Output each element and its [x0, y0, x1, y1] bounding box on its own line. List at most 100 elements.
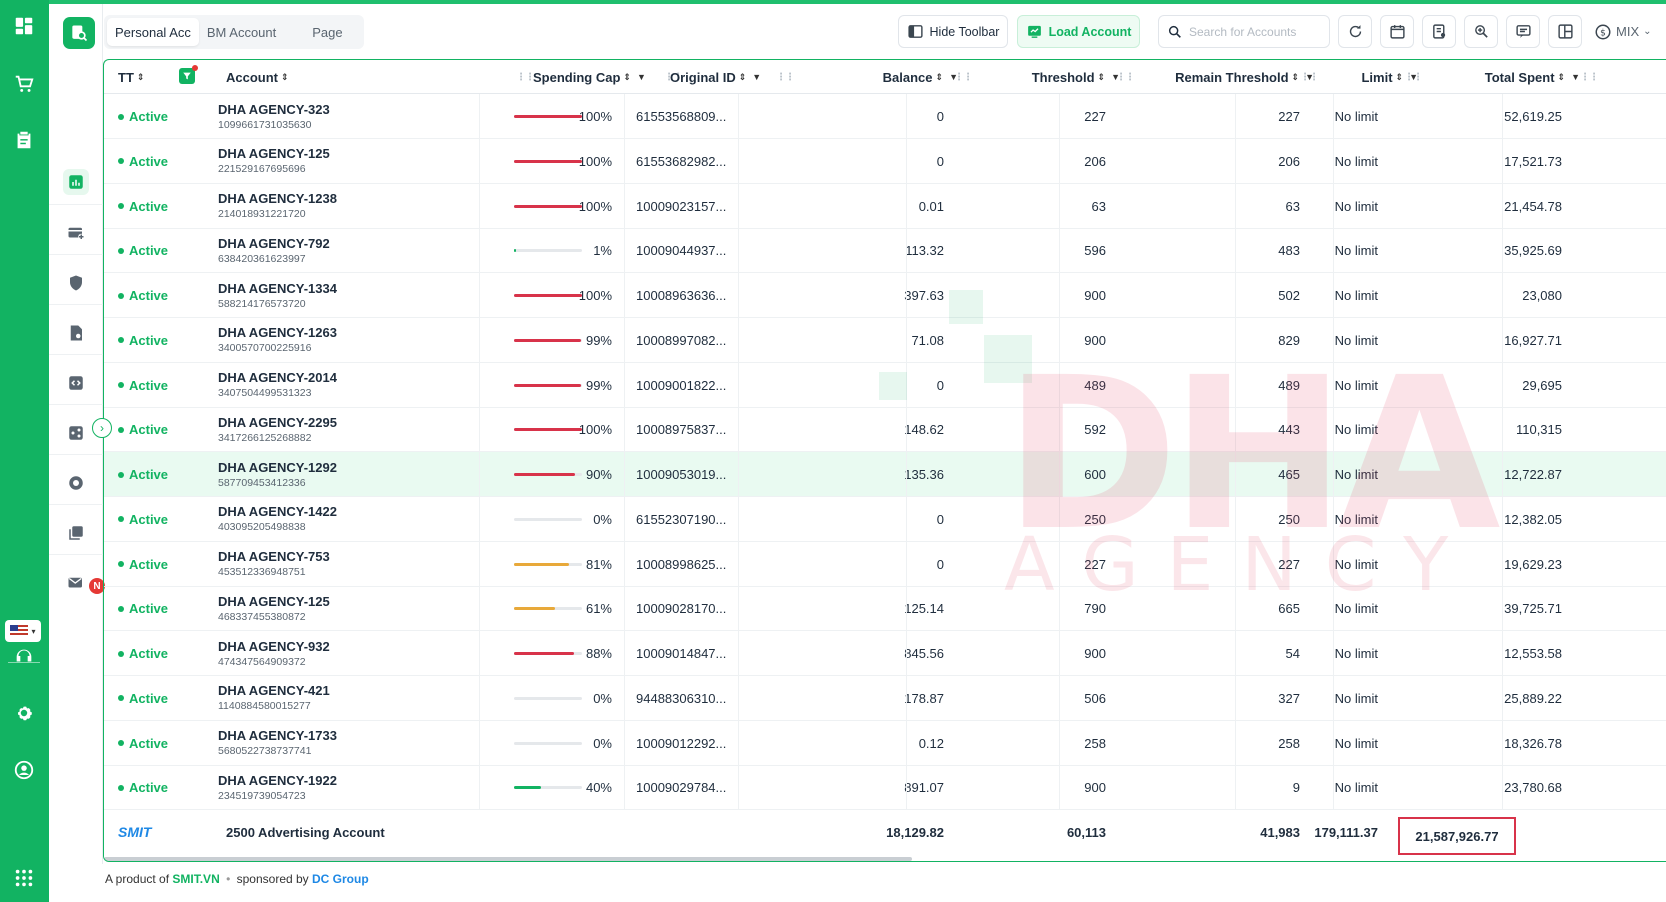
- account-cell[interactable]: DHA AGENCY-1292 587709453412336: [218, 452, 337, 497]
- table-row[interactable]: Active DHA AGENCY-1292 587709453412336 90% 1…: [104, 452, 1666, 497]
- table-row[interactable]: Active DHA AGENCY-1733 5680522738737741 0% 1…: [104, 720, 1666, 766]
- account-cell[interactable]: DHA AGENCY-2014 3407504499531323: [218, 363, 337, 408]
- account-cell[interactable]: DHA AGENCY-753 453512336948751: [218, 542, 330, 587]
- currency-selector[interactable]: $ MIX ⌄: [1594, 15, 1666, 48]
- table-row[interactable]: Active DHA AGENCY-125 468337455380872 61% 10…: [104, 586, 1666, 632]
- limit-cell: No limit: [1334, 422, 1378, 438]
- table-row[interactable]: Active DHA AGENCY-792 638420361623997 1% 100…: [104, 228, 1666, 274]
- shield-money-icon[interactable]: [63, 270, 89, 296]
- spending-cap-cell: 100%: [514, 139, 612, 184]
- col-total-spent[interactable]: Total Spent ⇕ ▼: [1394, 60, 1580, 94]
- total-spent-cell: 52,619.25: [1504, 109, 1562, 124]
- hide-toolbar-button[interactable]: Hide Toolbar: [898, 15, 1008, 48]
- report-settings-icon: [1432, 24, 1445, 39]
- chart-report-icon[interactable]: [63, 169, 89, 195]
- load-account-button[interactable]: Load Account: [1017, 15, 1140, 48]
- settings-gear-icon[interactable]: [8, 697, 40, 729]
- column-resize-grip[interactable]: ⋮⋮: [954, 72, 973, 83]
- user-account-icon[interactable]: [8, 754, 40, 786]
- share-box-icon[interactable]: [63, 420, 89, 446]
- col-spending-cap[interactable]: Spending Cap ⇕ ▼: [533, 60, 646, 94]
- column-resize-grip[interactable]: ⋮⋮: [776, 72, 795, 83]
- table-row[interactable]: Active DHA AGENCY-1922 234519739054723 40% 1…: [104, 765, 1666, 811]
- clipboard-icon[interactable]: [8, 124, 40, 156]
- table-row[interactable]: Active DHA AGENCY-1238 214018931221720 100%…: [104, 183, 1666, 229]
- balance-cell: 0: [936, 511, 944, 527]
- account-cell[interactable]: DHA AGENCY-125 221529167695696: [218, 139, 330, 184]
- card-add-icon[interactable]: [63, 220, 89, 246]
- account-cell[interactable]: DHA AGENCY-1733 5680522738737741: [218, 721, 337, 766]
- dashboard-icon[interactable]: [8, 10, 40, 42]
- total-spent-cell: 12,553.58: [1504, 646, 1562, 661]
- calendar-button[interactable]: [1380, 15, 1414, 48]
- status-dot-icon: [118, 158, 124, 165]
- column-resize-grip[interactable]: ⋮⋮: [1580, 72, 1599, 83]
- table-row[interactable]: Active DHA AGENCY-753 453512336948751 81% 10…: [104, 541, 1666, 587]
- table-row[interactable]: Active DHA AGENCY-2295 3417266125268882 100…: [104, 407, 1666, 453]
- footer-balance: 18,129.82: [886, 824, 944, 840]
- threshold-cell: 227: [1084, 556, 1106, 572]
- table-row[interactable]: Active DHA AGENCY-125 221529167695696 100% 6…: [104, 138, 1666, 184]
- table-row[interactable]: Active DHA AGENCY-1263 3400570700225916 99%…: [104, 317, 1666, 363]
- expand-sidebar-button[interactable]: ›: [92, 418, 112, 438]
- col-remain-threshold[interactable]: Remain Threshold ⇕ ▼: [1134, 60, 1314, 94]
- filter-icon[interactable]: [179, 65, 198, 84]
- refresh-button[interactable]: [1338, 15, 1372, 48]
- zoom-button[interactable]: [1464, 15, 1498, 48]
- tab-bm-account[interactable]: BM Account: [199, 18, 284, 46]
- language-flag-selector[interactable]: ▾: [5, 620, 41, 642]
- account-id: 453512336948751: [218, 566, 306, 578]
- account-cell[interactable]: DHA AGENCY-932 474347564909372: [218, 631, 330, 676]
- record-circle-icon[interactable]: [63, 470, 89, 496]
- load-account-label: Load Account: [1048, 24, 1132, 39]
- account-cell[interactable]: DHA AGENCY-792 638420361623997: [218, 228, 330, 273]
- account-cell[interactable]: DHA AGENCY-1422 403095205498838: [218, 497, 337, 542]
- account-cell[interactable]: DHA AGENCY-2295 3417266125268882: [218, 407, 337, 452]
- tab-page[interactable]: Page: [304, 18, 350, 46]
- table-row[interactable]: Active DHA AGENCY-323 1099661731035630 100%…: [104, 94, 1666, 139]
- report-settings-button[interactable]: [1422, 15, 1456, 48]
- mail-settings-icon[interactable]: [63, 570, 89, 596]
- smit-link[interactable]: SMIT.VN: [172, 872, 219, 886]
- cart-icon[interactable]: [8, 68, 40, 100]
- table-row[interactable]: Active DHA AGENCY-932 474347564909372 88% 10…: [104, 631, 1666, 676]
- message-button[interactable]: [1506, 15, 1540, 48]
- col-tt[interactable]: TT ⇕: [118, 60, 144, 94]
- account-cell[interactable]: DHA AGENCY-1922 234519739054723: [218, 765, 337, 810]
- col-original-id[interactable]: Original ID ⇕ ▼: [670, 60, 761, 94]
- table-row[interactable]: Active DHA AGENCY-1334 588214176573720 100%…: [104, 273, 1666, 318]
- limit-cell: No limit: [1334, 153, 1378, 169]
- code-box-icon[interactable]: [63, 370, 89, 396]
- col-balance[interactable]: Balance ⇕ ▼: [794, 60, 958, 94]
- spending-cap-cell: 40%: [514, 765, 612, 810]
- limit-cell: No limit: [1334, 109, 1378, 124]
- table-row[interactable]: Active DHA AGENCY-2014 3407504499531323 99%…: [104, 362, 1666, 408]
- footer-total-spent-highlight: 21,587,926.77: [1398, 817, 1516, 855]
- account-cell[interactable]: DHA AGENCY-125 468337455380872: [218, 586, 330, 631]
- account-cell[interactable]: DHA AGENCY-1263 3400570700225916: [218, 318, 337, 363]
- account-cell[interactable]: DHA AGENCY-323 1099661731035630: [218, 94, 330, 139]
- status-dot-icon: [118, 426, 124, 433]
- col-account[interactable]: Account ⇕: [226, 60, 289, 94]
- account-cell[interactable]: DHA AGENCY-1238 214018931221720: [218, 184, 337, 229]
- account-id: 1140884580015277: [218, 700, 311, 713]
- table-row[interactable]: Active DHA AGENCY-421 1140884580015277 0% 94…: [104, 675, 1666, 721]
- search-input[interactable]: [1189, 24, 1319, 39]
- table-row[interactable]: Active DHA AGENCY-1422 403095205498838 0% 61…: [104, 496, 1666, 542]
- layout-button[interactable]: [1548, 15, 1582, 48]
- horizontal-scrollbar[interactable]: [104, 857, 912, 861]
- col-threshold[interactable]: Threshold ⇕ ▼: [974, 60, 1120, 94]
- account-cell[interactable]: DHA AGENCY-1334 588214176573720: [218, 273, 337, 318]
- column-resize-grip[interactable]: ⋮⋮: [1116, 72, 1135, 83]
- column-resize-grip[interactable]: ⋮⋮: [516, 72, 535, 83]
- tab-personal-acc[interactable]: Personal Acc: [107, 18, 199, 46]
- spending-cap-cell: 0%: [514, 676, 612, 721]
- account-cell[interactable]: DHA AGENCY-421 1140884580015277: [218, 676, 330, 721]
- headset-icon[interactable]: [8, 640, 40, 672]
- limit-cell: No limit: [1334, 780, 1378, 796]
- main-nav-rail: ▾: [0, 0, 49, 902]
- document-settings-icon[interactable]: [63, 320, 89, 346]
- apps-grid-icon[interactable]: [8, 862, 40, 894]
- dc-group-link[interactable]: DC Group: [312, 872, 369, 886]
- library-books-icon[interactable]: [63, 520, 89, 546]
